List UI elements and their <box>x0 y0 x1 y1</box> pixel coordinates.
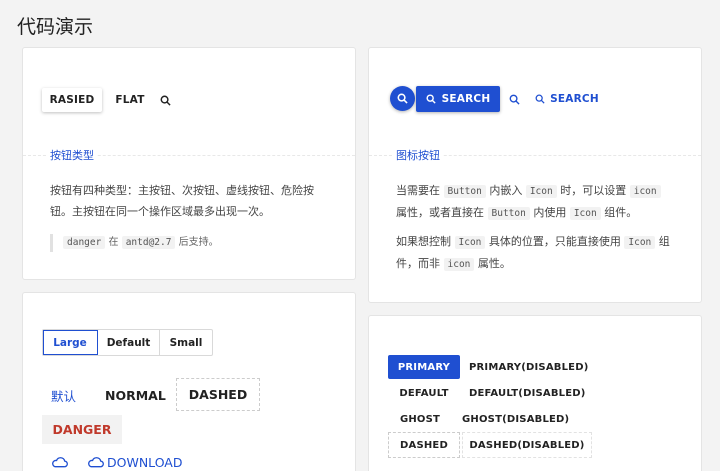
cloud-download-icon <box>88 457 104 468</box>
search-icon <box>160 95 171 106</box>
note-quote: danger 在 antd@2.7 后支持。 <box>50 234 219 252</box>
dashed-disabled-button[interactable]: DASHED(DISABLED) <box>462 432 592 458</box>
search-icon <box>397 93 408 104</box>
ghost-button[interactable]: GHOST <box>388 409 452 429</box>
primary-button[interactable]: PRIMARY <box>388 355 460 379</box>
demo-card-button-types: RASIED FLAT 按钮类型 按钮有四种类型：主按钮、次按钮、虚线按钮、危险… <box>22 47 356 280</box>
code-snippet: antd@2.7 <box>121 236 176 249</box>
code-snippet: danger <box>63 236 106 249</box>
note-text: 在 <box>108 237 119 248</box>
normal-button[interactable]: NORMAL <box>105 381 166 409</box>
raised-button[interactable]: RASIED <box>42 88 102 112</box>
search-icon <box>426 94 436 104</box>
default-cn-button[interactable]: 默认 <box>51 381 76 409</box>
page-title: 代码演示 <box>17 16 94 38</box>
search-icon-button[interactable] <box>153 88 177 112</box>
description: 按钮有四种类型：主按钮、次按钮、虚线按钮、危险按 钮。主按钮在同一个操作区域最多… <box>50 180 350 222</box>
description-paragraph: 如果想控制 Icon 具体的位置，只能直接使用 Icon 组 件，而非 icon… <box>396 235 670 271</box>
demo-card-button-sizes: Large Default Small 默认 NORMAL DASHED DAN… <box>22 292 356 471</box>
size-option-small[interactable]: Small <box>160 330 212 355</box>
flat-button[interactable]: FLAT <box>111 88 149 112</box>
search-primary-button[interactable]: SEARCH <box>416 86 500 112</box>
search-icon <box>535 94 545 104</box>
search-link-button[interactable]: SEARCH <box>534 86 600 112</box>
download-button[interactable]: DOWNLOAD <box>87 451 183 471</box>
cloud-icon <box>52 457 68 468</box>
default-disabled-button[interactable]: DEFAULT(DISABLED) <box>469 383 586 403</box>
size-radio-group: Large Default Small <box>42 329 213 356</box>
ghost-disabled-button[interactable]: GHOST(DISABLED) <box>462 409 569 429</box>
danger-button[interactable]: DANGER <box>42 415 122 444</box>
size-option-large[interactable]: Large <box>43 330 98 355</box>
button-label: SEARCH <box>441 93 491 105</box>
demo-card-button-states: PRIMARY PRIMARY(DISABLED) DEFAULT DEFAUL… <box>368 315 702 471</box>
description-line: 钮。主按钮在同一个操作区域最多出现一次。 <box>50 205 270 218</box>
description: 当需要在 Button 内嵌入 Icon 时，可以设置 icon 属性，或者直接… <box>396 180 696 275</box>
search-circle-button[interactable] <box>390 86 415 111</box>
section-title: 图标按钮 <box>393 147 443 163</box>
search-icon-link-button[interactable] <box>503 86 525 112</box>
description-line: 按钮有四种类型：主按钮、次按钮、虚线按钮、危险按 <box>50 184 314 197</box>
dashed-button[interactable]: DASHED <box>176 378 260 411</box>
search-icon <box>509 94 520 105</box>
note-text: 后支持。 <box>178 237 219 248</box>
section-title: 按钮类型 <box>47 147 97 163</box>
button-label: DOWNLOAD <box>107 454 183 470</box>
description-paragraph: 当需要在 Button 内嵌入 Icon 时，可以设置 icon 属性，或者直接… <box>396 180 696 224</box>
button-label: SEARCH <box>550 93 599 105</box>
dashed-small-button[interactable]: DASHED <box>388 432 460 458</box>
default-button[interactable]: DEFAULT <box>388 383 460 403</box>
cloud-icon-button[interactable] <box>51 451 68 471</box>
primary-disabled-button[interactable]: PRIMARY(DISABLED) <box>469 355 588 379</box>
demo-card-icon-buttons: SEARCH SEARCH 图标按钮 当需要在 Button 内嵌入 Icon … <box>368 47 702 303</box>
size-option-default[interactable]: Default <box>98 330 160 355</box>
